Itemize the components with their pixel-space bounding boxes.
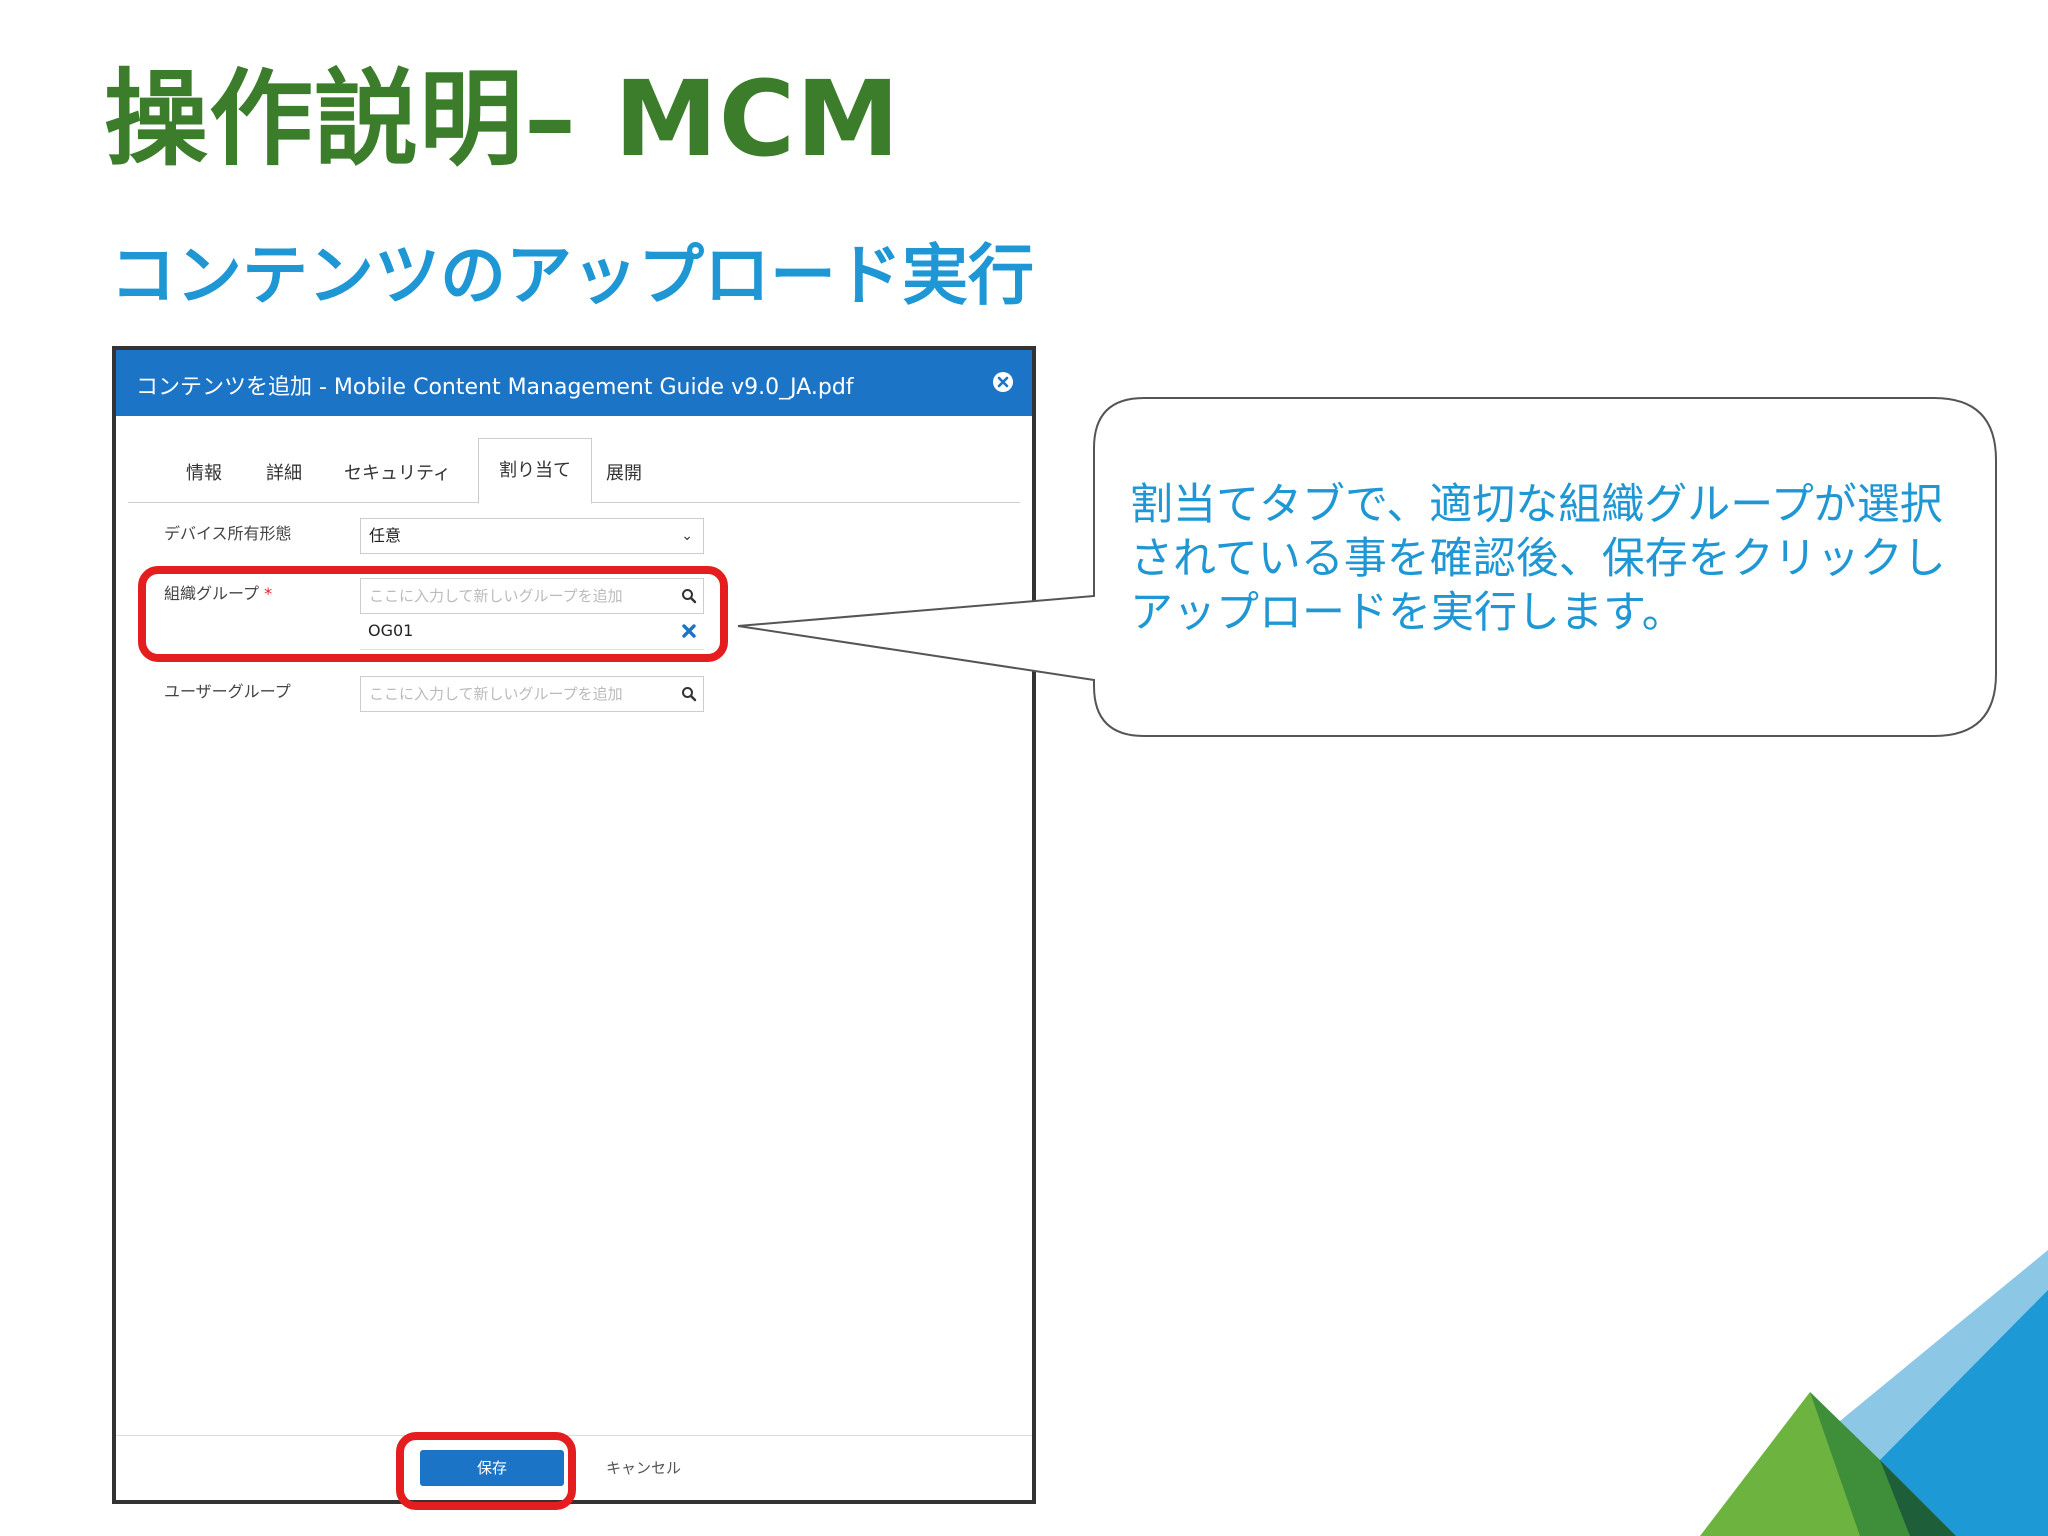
- callout-text: 割当てタブで、適切な組織グループが選択されている事を確認後、保存をクリックしアッ…: [1130, 480, 1946, 638]
- callout-bubble: [737, 397, 1997, 737]
